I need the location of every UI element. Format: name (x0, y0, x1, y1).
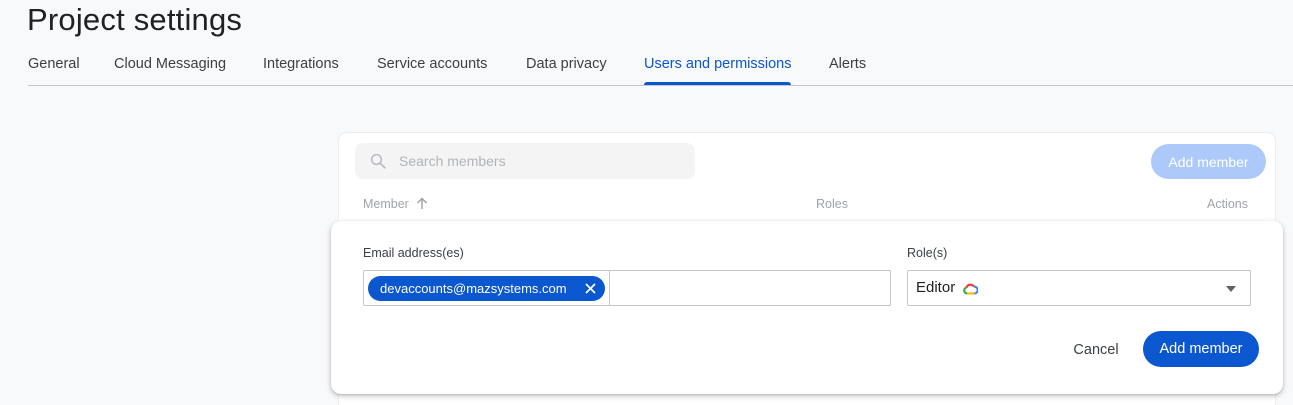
email-chip-text: devaccounts@mazsystems.com (380, 281, 567, 296)
role-label: Role(s) (907, 246, 948, 260)
add-member-button[interactable]: Add member (1143, 331, 1259, 367)
google-cloud-icon (963, 283, 978, 295)
email-field[interactable]: devaccounts@mazsystems.com (363, 270, 891, 306)
search-box (355, 143, 695, 179)
member-column-header[interactable]: Member (363, 197, 428, 211)
tab-users-and-permissions[interactable]: Users and permissions (644, 56, 792, 85)
role-value: Editor (916, 279, 956, 296)
search-icon (370, 153, 386, 169)
tab-general[interactable]: General (28, 56, 80, 85)
email-chip[interactable]: devaccounts@mazsystems.com (368, 276, 605, 301)
settings-tabs: General Cloud Messaging Integrations Ser… (28, 48, 1293, 86)
page-title: Project settings (27, 2, 243, 37)
member-column-label: Member (363, 197, 409, 211)
tab-alerts[interactable]: Alerts (829, 56, 866, 85)
close-icon[interactable] (585, 283, 596, 294)
roles-column-header: Roles (816, 197, 848, 211)
cancel-button[interactable]: Cancel (1057, 333, 1135, 367)
chevron-down-icon (1226, 286, 1236, 292)
email-field-divider (609, 271, 610, 305)
tab-service-accounts[interactable]: Service accounts (377, 56, 487, 85)
actions-column-header: Actions (1207, 197, 1248, 211)
tab-integrations[interactable]: Integrations (263, 56, 339, 85)
search-input[interactable] (399, 143, 689, 179)
add-member-button-disabled[interactable]: Add member (1151, 144, 1266, 179)
tab-data-privacy[interactable]: Data privacy (526, 56, 607, 85)
email-label: Email address(es) (363, 246, 464, 260)
add-member-dialog: Email address(es) devaccounts@mazsystems… (331, 221, 1283, 394)
arrow-up-icon (417, 197, 428, 209)
role-select[interactable]: Editor (907, 270, 1251, 306)
tab-cloud-messaging[interactable]: Cloud Messaging (114, 56, 226, 85)
